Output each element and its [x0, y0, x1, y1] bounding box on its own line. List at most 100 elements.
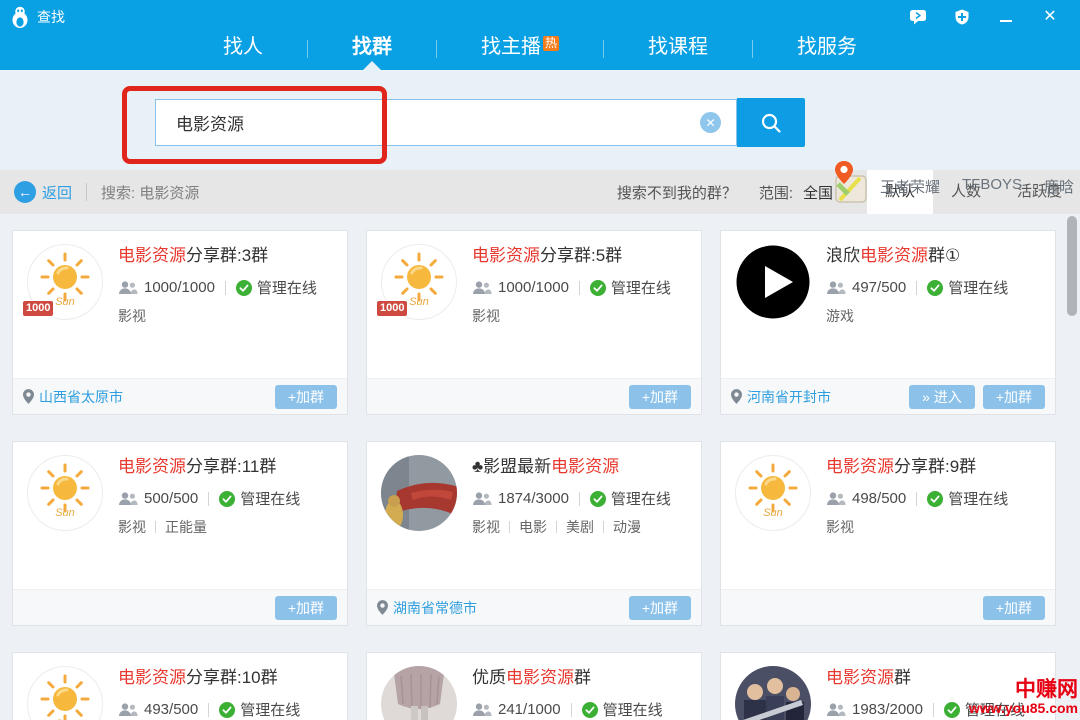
enter-group-button[interactable]: » 进入	[909, 385, 975, 409]
tab-label: 找课程	[648, 36, 708, 58]
group-location[interactable]: 河南省开封市	[731, 387, 831, 407]
group-avatar-play[interactable]	[735, 244, 811, 320]
member-count: 498/500	[852, 490, 906, 507]
scope-value-dropdown[interactable]: 全国	[803, 182, 833, 203]
divider	[208, 492, 209, 506]
group-avatar-photo-dress[interactable]	[381, 666, 457, 720]
card-footer: +加群	[13, 589, 347, 625]
group-card: Sun1000 电影资源分享群:5群 1000/1000	[366, 230, 702, 415]
feedback-icon[interactable]	[908, 7, 928, 27]
group-avatar-sun[interactable]: Sun	[735, 455, 811, 531]
admin-online-icon	[927, 491, 943, 507]
search-icon	[759, 111, 783, 135]
group-title-highlight: 电影资源	[118, 668, 186, 687]
group-title-prefix: 浪欣	[826, 246, 860, 265]
sun-avatar-art: Sun	[735, 455, 811, 531]
members-icon	[118, 491, 138, 507]
car-photo-avatar-art	[381, 455, 457, 531]
group-title[interactable]: 电影资源分享群:11群	[118, 455, 333, 479]
group-avatar-sun[interactable]: Sun	[27, 666, 103, 720]
divider	[86, 183, 87, 201]
divider	[225, 281, 226, 295]
group-location[interactable]: 湖南省常德市	[377, 598, 477, 618]
join-group-button[interactable]: +加群	[275, 385, 337, 409]
group-title-suffix: 群	[894, 668, 911, 687]
scope-label: 范围:	[759, 182, 793, 203]
member-capacity-badge: 1000	[376, 300, 408, 317]
results-area: Sun1000 电影资源分享群:3群 1000/1000	[0, 214, 1080, 720]
band-photo-avatar-art	[735, 666, 811, 720]
search-section: ✕ 王者荣耀TFBOYS鹿晗	[0, 70, 1080, 170]
hot-keyword-2[interactable]: TFBOYS	[962, 176, 1022, 197]
group-title-suffix: 分享群:10群	[186, 668, 278, 687]
group-tags: 影视	[472, 306, 687, 326]
admin-online-icon	[236, 280, 252, 296]
hot-keyword-1[interactable]: 王者荣耀	[880, 176, 940, 197]
window-header: 查找 ✕ 找人 找群 找主播热 找课程 找服务	[0, 0, 1080, 70]
hot-keyword-3[interactable]: 鹿晗	[1044, 176, 1074, 197]
member-count: 493/500	[144, 701, 198, 718]
group-avatar-sun[interactable]: Sun1000	[381, 244, 457, 320]
join-group-button[interactable]: +加群	[983, 385, 1045, 409]
member-count: 497/500	[852, 279, 906, 296]
group-title-highlight: 电影资源	[118, 457, 186, 476]
member-count: 1000/1000	[144, 279, 215, 296]
admin-status: 管理在线	[948, 277, 1008, 298]
group-avatar-sun[interactable]: Sun	[27, 455, 103, 531]
group-title[interactable]: 电影资源分享群:3群	[118, 244, 333, 268]
hot-keywords: 王者荣耀 TFBOYS 鹿晗	[880, 176, 1074, 197]
scrollbar-thumb[interactable]	[1067, 216, 1077, 316]
tab-3[interactable]: 找主播热	[469, 28, 571, 70]
close-button[interactable]: ✕	[1040, 7, 1060, 27]
group-avatar-photo-band[interactable]	[735, 666, 811, 720]
nav-divider	[436, 40, 437, 58]
group-title[interactable]: 电影资源分享群:5群	[472, 244, 687, 268]
location-pin-icon	[731, 389, 742, 404]
divider	[571, 703, 572, 717]
join-group-button[interactable]: +加群	[983, 596, 1045, 620]
security-icon[interactable]	[952, 7, 972, 27]
group-tags: 影视	[826, 517, 1041, 537]
back-button[interactable]: ← 返回	[14, 181, 72, 203]
admin-status: 管理在线	[948, 488, 1008, 509]
join-group-button[interactable]: +加群	[629, 596, 691, 620]
join-group-button[interactable]: +加群	[629, 385, 691, 409]
search-button[interactable]	[737, 98, 805, 147]
tab-1[interactable]: 找人	[211, 28, 275, 70]
play-avatar-art	[735, 244, 811, 320]
clear-search-icon[interactable]: ✕	[700, 112, 721, 133]
svg-text:Sun: Sun	[55, 296, 75, 308]
group-title[interactable]: 电影资源分享群:9群	[826, 455, 1041, 479]
location-pin-icon	[23, 389, 34, 404]
group-title[interactable]: 优质电影资源群	[472, 666, 687, 690]
tab-2[interactable]: 找群	[340, 28, 404, 70]
admin-status: 管理在线	[240, 699, 300, 720]
member-row: 1874/3000 管理在线	[472, 488, 687, 509]
admin-online-icon	[927, 280, 943, 296]
group-title[interactable]: 浪欣电影资源群①	[826, 244, 1041, 268]
titlebar: 查找 ✕	[0, 0, 1080, 28]
nearby-groups-map-icon[interactable]	[830, 158, 868, 206]
join-group-button[interactable]: +加群	[275, 596, 337, 620]
group-tags: 影视正能量	[118, 517, 333, 537]
tab-5[interactable]: 找服务	[785, 28, 869, 70]
group-tag: 影视	[472, 306, 500, 326]
group-tag: 动漫	[613, 517, 641, 537]
divider	[916, 281, 917, 295]
group-tag: 正能量	[165, 517, 207, 537]
divider	[556, 521, 557, 533]
cant-find-group-link[interactable]: 搜索不到我的群？	[617, 182, 737, 203]
svg-text:Sun: Sun	[763, 507, 783, 519]
group-tag: 影视	[118, 517, 146, 537]
card-footer: 河南省开封市 » 进入 +加群	[721, 378, 1055, 414]
group-avatar-photo-car[interactable]	[381, 455, 457, 531]
group-location[interactable]: 山西省太原市	[23, 387, 123, 407]
members-icon	[472, 702, 492, 718]
group-title[interactable]: 电影资源分享群:10群	[118, 666, 333, 690]
group-avatar-sun[interactable]: Sun1000	[27, 244, 103, 320]
tab-4[interactable]: 找课程	[636, 28, 720, 70]
search-input[interactable]	[155, 99, 737, 146]
minimize-button[interactable]	[996, 7, 1016, 27]
admin-online-icon	[582, 702, 598, 718]
group-title[interactable]: ♣影盟最新电影资源	[472, 455, 687, 479]
